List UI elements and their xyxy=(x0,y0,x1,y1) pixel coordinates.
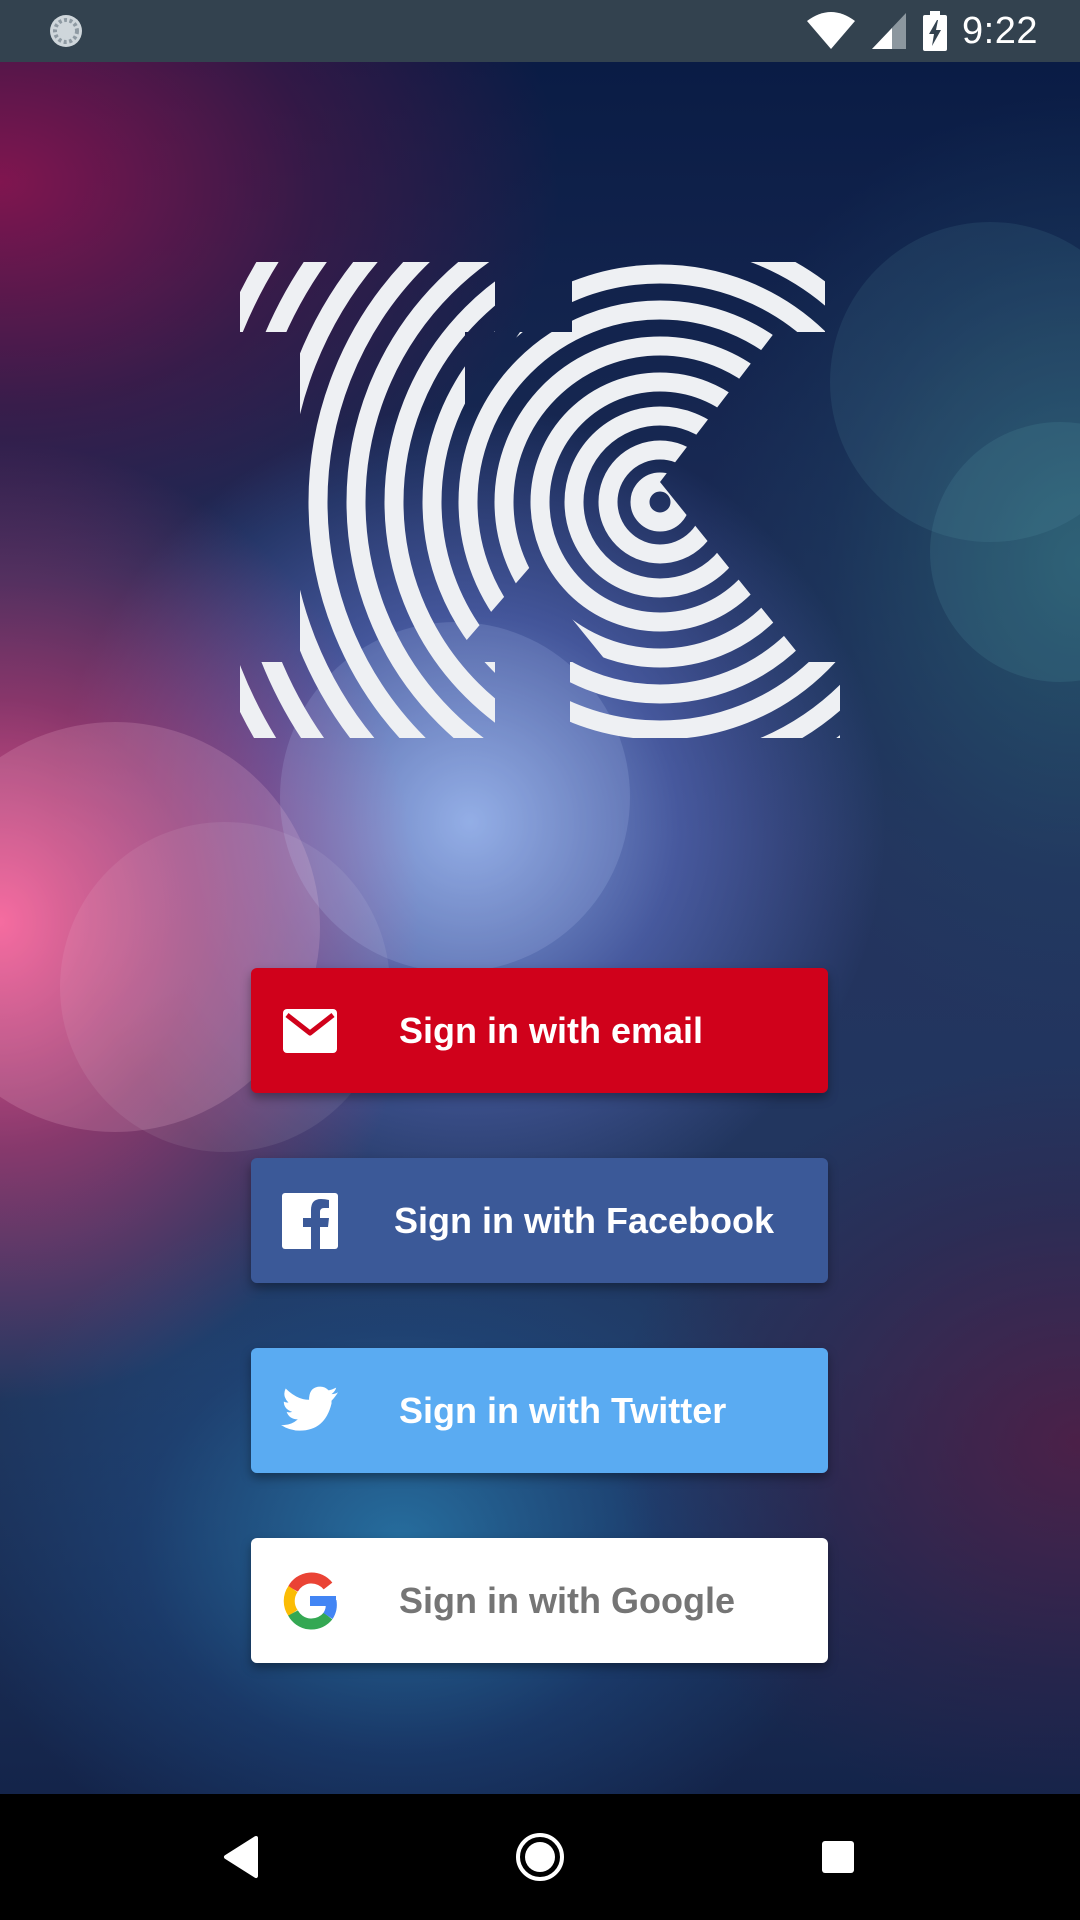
sign-in-email-button[interactable]: Sign in with email xyxy=(251,968,828,1093)
home-icon[interactable] xyxy=(510,1827,570,1887)
google-icon xyxy=(281,1572,339,1630)
sign-in-facebook-label: Sign in with Facebook xyxy=(394,1200,775,1241)
sign-in-twitter-label: Sign in with Twitter xyxy=(399,1390,727,1431)
mail-icon xyxy=(281,1002,339,1060)
twitter-icon xyxy=(281,1382,339,1440)
cell-signal-icon xyxy=(872,13,907,49)
sign-in-google-label: Sign in with Google xyxy=(399,1580,735,1621)
sign-in-facebook-button[interactable]: Sign in with Facebook xyxy=(251,1158,828,1283)
sign-in-twitter-button[interactable]: Sign in with Twitter xyxy=(251,1348,828,1473)
sign-in-email-label: Sign in with email xyxy=(399,1010,704,1051)
wifi-icon xyxy=(807,12,856,49)
back-icon[interactable] xyxy=(212,1827,272,1887)
status-clock: 9:22 xyxy=(962,9,1038,52)
sign-in-screen: 9:22 Sign in with email Sign in with Fac… xyxy=(0,0,1080,1920)
status-icons: 9:22 xyxy=(806,0,1038,62)
facebook-icon xyxy=(281,1192,339,1250)
loading-spinner-icon xyxy=(50,15,82,47)
recents-icon[interactable] xyxy=(808,1827,868,1887)
sign-in-google-button[interactable]: Sign in with Google xyxy=(251,1538,828,1663)
navigation-bar xyxy=(0,1794,1080,1920)
status-bar: 9:22 xyxy=(0,0,1080,62)
k-logo xyxy=(240,262,840,738)
battery-charging-icon xyxy=(923,11,948,51)
